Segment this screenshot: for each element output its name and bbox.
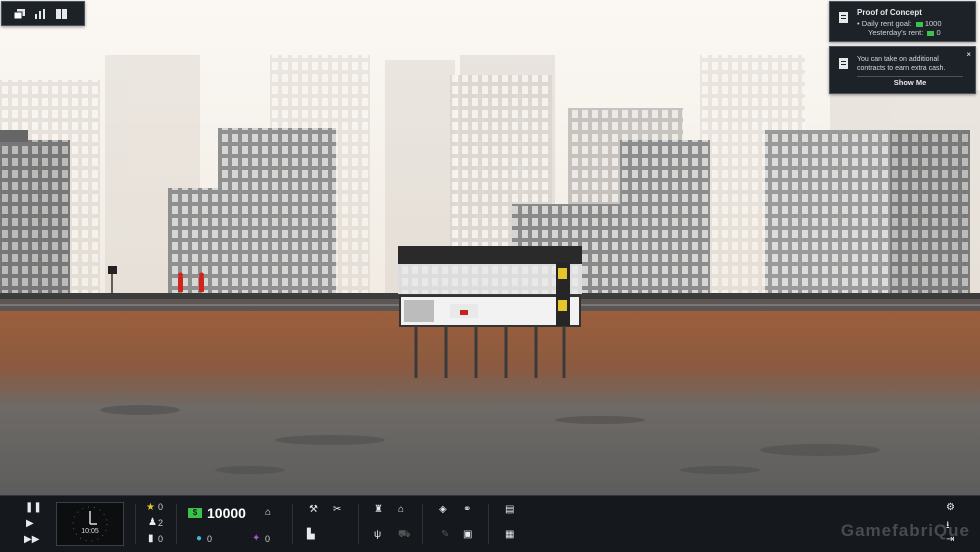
cash-icon [915,21,923,27]
money-value: 10000 [207,505,246,521]
stats-icon[interactable] [34,8,46,20]
pause-icon[interactable]: ❚❚ [25,502,42,513]
picture-icon[interactable]: ▣ [463,529,472,540]
yesterday-value: 0 [936,28,941,37]
shop-cart-icon[interactable]: ⛟ [398,529,411,542]
office-icon[interactable]: ♜ [374,504,383,515]
eco-icon: ● [196,533,203,544]
cash-icon: $ [188,508,202,518]
yesterday-label: Yesterday's rent: [868,28,924,37]
bulldozer-icon[interactable]: ▙ [307,529,315,540]
star-count: 0 [158,502,164,512]
construction-icon[interactable]: ⚒ [309,504,318,515]
rent-goal-label: Daily rent goal: [861,19,912,28]
goal-title: Proof of Concept [857,8,922,17]
fast-forward-icon[interactable]: ▶▶ [24,534,39,545]
tools-icon[interactable]: ✂ [333,504,341,515]
top-left-toolbar [1,1,85,26]
clock-time: 10:05 [81,528,99,535]
windows-icon[interactable] [13,8,25,20]
home-icon[interactable]: ⌂ [398,504,404,515]
worker-icon: ♟ [148,517,157,528]
star-icon: ★ [146,502,155,513]
handshake-icon[interactable]: ⚭ [463,504,471,515]
close-icon[interactable]: × [966,50,971,59]
contracts-icon[interactable]: ▤ [505,504,514,515]
package-icon[interactable]: ◈ [439,504,447,515]
tenant-count: 0 [158,534,164,544]
daily-rent-goal: • Daily rent goal: 1000 [857,19,942,28]
restaurant-icon[interactable]: ψ [374,529,381,540]
influence-value: 0 [265,534,271,544]
watermark: GamefabriQue [840,521,970,540]
gallery-icon[interactable]: ▦ [505,529,514,540]
contracts-notice: × You can take on additional contracts t… [829,46,976,94]
pencil-icon[interactable]: ✎ [441,529,449,540]
clock-face-icon [72,506,108,542]
eco-value: 0 [207,534,213,544]
document-icon [839,58,848,69]
worker-count: 2 [158,518,164,528]
game-clock: 10:05 [56,502,124,546]
notice-message: You can take on additional contracts to … [857,56,946,72]
book-icon[interactable] [55,8,67,20]
tenant-icon: ▮ [148,533,154,544]
ground [0,299,980,495]
goal-panel[interactable]: Proof of Concept • Daily rent goal: 1000… [829,1,976,42]
influence-icon: ✦ [252,533,261,544]
money-display: $ 10000 [188,505,246,521]
settings-icon[interactable]: ⚙ [946,502,955,513]
play-icon[interactable]: ▶ [26,518,34,529]
cash-icon [927,30,935,36]
bank-icon[interactable]: ⌂ [265,507,271,518]
document-icon [839,12,848,23]
yesterday-rent: Yesterday's rent: 0 [868,28,941,37]
bottom-hud: ❚❚ ▶ ▶▶ 10:05 ★ 0 ♟ 2 ▮ 0 $ 10000 ⌂ ● 0 … [0,495,980,552]
show-me-button[interactable]: Show Me [857,76,963,88]
rent-goal-value: 1000 [924,19,942,28]
